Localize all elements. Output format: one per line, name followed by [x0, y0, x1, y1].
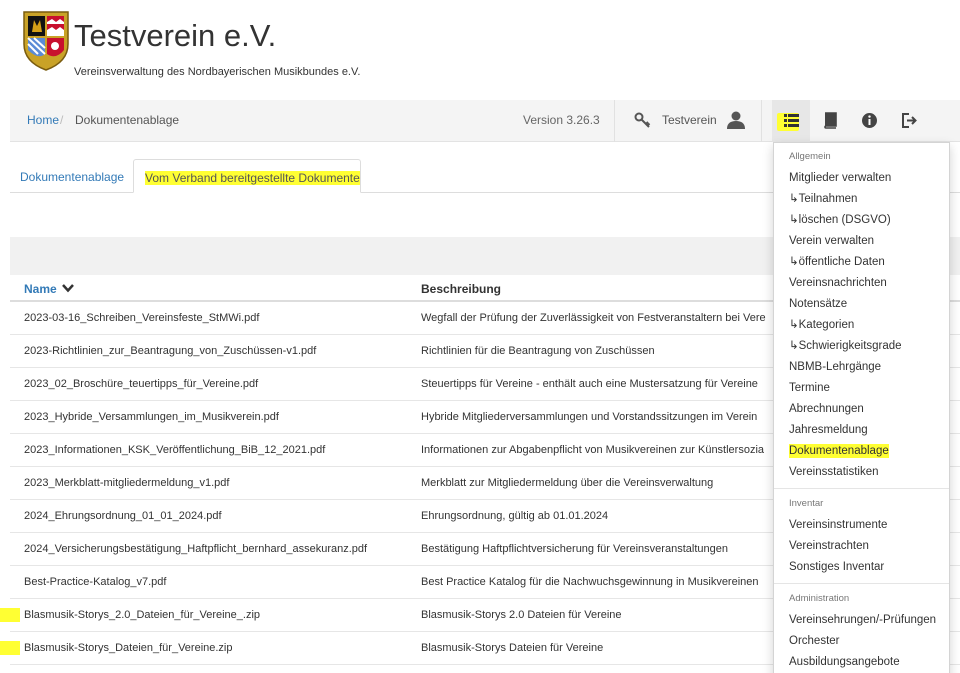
navbar-divider	[761, 100, 762, 142]
file-name-link[interactable]: Blasmusik-Storys_Dateien_für_Vereine.zip	[24, 642, 233, 654]
row-highlight-mark	[0, 608, 20, 622]
file-description: Ehrungsordnung, gültig ab 01.01.2024	[421, 510, 609, 522]
menu-divider	[774, 488, 949, 489]
file-name-link[interactable]: 2023_02_Broschüre_teuertipps_für_Vereine…	[24, 378, 258, 390]
file-description: Merkblatt zur Mitgliedermeldung über die…	[421, 477, 714, 489]
breadcrumb-current: Dokumentenablage	[75, 113, 180, 127]
main-menu-dropdown: Allgemein Mitglieder verwalten ↳Teilnahmen…	[773, 142, 950, 673]
menu-item[interactable]: ↳öffentliche Daten	[789, 255, 885, 269]
menu-item[interactable]: ↳löschen (DSGVO)	[789, 213, 891, 227]
info-button[interactable]	[850, 100, 888, 142]
menu-item[interactable]: Abrechnungen	[789, 402, 864, 416]
menu-item[interactable]: Jahresmeldung	[789, 423, 868, 437]
info-icon	[862, 113, 877, 128]
menu-item[interactable]: Vereinsstatistiken	[789, 465, 879, 479]
user-icon[interactable]	[725, 110, 747, 130]
menu-item[interactable]: ↳Kategorien	[789, 318, 854, 332]
file-name-link[interactable]: 2023-03-16_Schreiben_Vereinsfeste_StMWi.…	[24, 312, 259, 324]
file-description: Informationen zur Abgabenpflicht von Mus…	[421, 444, 765, 456]
menu-item[interactable]: Vereinsehrungen/-Prüfungen	[789, 613, 936, 627]
tab-verband-dokumente[interactable]: Vom Verband bereitgestellte Dokumente	[133, 159, 361, 193]
file-description: Blasmusik-Storys Dateien für Vereine	[421, 642, 604, 654]
menu-divider	[774, 583, 949, 584]
menu-item[interactable]: Vereinsnachrichten	[789, 276, 887, 290]
breadcrumb-home-link[interactable]: Home	[27, 113, 59, 127]
file-name-link[interactable]: Blasmusik-Storys_2.0_Dateien_für_Vereine…	[24, 609, 260, 621]
file-description: Steuertipps für Vereine - enthält auch e…	[421, 378, 758, 390]
menu-item[interactable]: Verein verwalten	[789, 234, 874, 248]
menu-item[interactable]: ↳Schwierigkeitsgrade	[789, 339, 902, 353]
file-description: Bestätigung Haftpflichtversicherung für …	[421, 543, 728, 555]
file-name-link[interactable]: Best-Practice-Katalog_v7.pdf	[24, 576, 166, 588]
chevron-down-icon[interactable]	[62, 283, 74, 293]
menu-item[interactable]: Mitglieder verwalten	[789, 171, 891, 185]
row-highlight-mark	[0, 641, 20, 655]
club-crest-icon	[23, 11, 69, 71]
file-name-link[interactable]: 2023-Richtlinien_zur_Beantragung_von_Zus…	[24, 345, 316, 357]
menu-item[interactable]: NBMB-Lehrgänge	[789, 360, 881, 374]
menu-section-header: Inventar	[789, 498, 824, 509]
file-description: Best Practice Katalog für die Nachwuchsg…	[421, 576, 759, 588]
menu-section-header: Administration	[789, 593, 850, 604]
documentation-button[interactable]	[811, 100, 849, 142]
menu-section-header: Allgemein	[789, 151, 831, 162]
file-name-link[interactable]: 2023_Hybride_Versammlungen_im_Musikverei…	[24, 411, 279, 423]
menu-item[interactable]: Vereinsinstrumente	[789, 518, 887, 532]
version-label: Version 3.26.3	[523, 113, 600, 127]
menu-item[interactable]: Termine	[789, 381, 830, 395]
tab-dokumentenablage[interactable]: Dokumentenablage	[20, 159, 124, 193]
file-name-link[interactable]: 2024_Versicherungsbestätigung_Haftpflich…	[24, 543, 367, 555]
file-description: Hybride Mitgliederversammlungen und Vors…	[421, 411, 758, 423]
menu-item[interactable]: ↳Teilnahmen	[789, 192, 857, 206]
main-menu-button[interactable]	[772, 100, 810, 142]
file-name-link[interactable]: 2023_Merkblatt-mitgliedermeldung_v1.pdf	[24, 477, 229, 489]
list-icon	[784, 114, 799, 127]
logout-icon	[902, 113, 917, 128]
page-subtitle: Vereinsverwaltung des Nordbayerischen Mu…	[74, 66, 361, 78]
book-icon	[824, 112, 837, 129]
breadcrumb-separator: /	[60, 113, 64, 127]
file-name-link[interactable]: 2023_Informationen_KSK_Veröffentlichung_…	[24, 444, 325, 456]
column-header-name[interactable]: Name	[24, 282, 57, 296]
navbar-divider	[614, 100, 615, 142]
menu-item[interactable]: Ausbildungsangebote	[789, 655, 900, 669]
top-navbar: Home / Dokumentenablage Version 3.26.3 T…	[10, 100, 960, 142]
menu-item[interactable]: Notensätze	[789, 297, 847, 311]
column-header-description: Beschreibung	[421, 282, 502, 296]
page-title: Testverein e.V.	[74, 18, 277, 53]
file-name-link[interactable]: 2024_Ehrungsordnung_01_01_2024.pdf	[24, 510, 222, 522]
tab-label: Vom Verband bereitgestellte Dokumente	[145, 171, 360, 185]
tab-label: Dokumentenablage	[20, 170, 125, 184]
key-icon[interactable]	[634, 111, 652, 129]
logout-button[interactable]	[889, 100, 927, 142]
club-name-label[interactable]: Testverein	[662, 113, 717, 127]
file-description: Richtlinien für die Beantragung von Zusc…	[421, 345, 655, 357]
file-description: Wegfall der Prüfung der Zuverlässigkeit …	[421, 312, 766, 324]
menu-item[interactable]: Vereinstrachten	[789, 539, 869, 553]
file-description: Blasmusik-Storys 2.0 Dateien für Vereine	[421, 609, 622, 621]
menu-item[interactable]: Sonstiges Inventar	[789, 560, 884, 574]
menu-item[interactable]: Dokumentenablage	[789, 444, 889, 458]
menu-item[interactable]: Orchester	[789, 634, 840, 648]
